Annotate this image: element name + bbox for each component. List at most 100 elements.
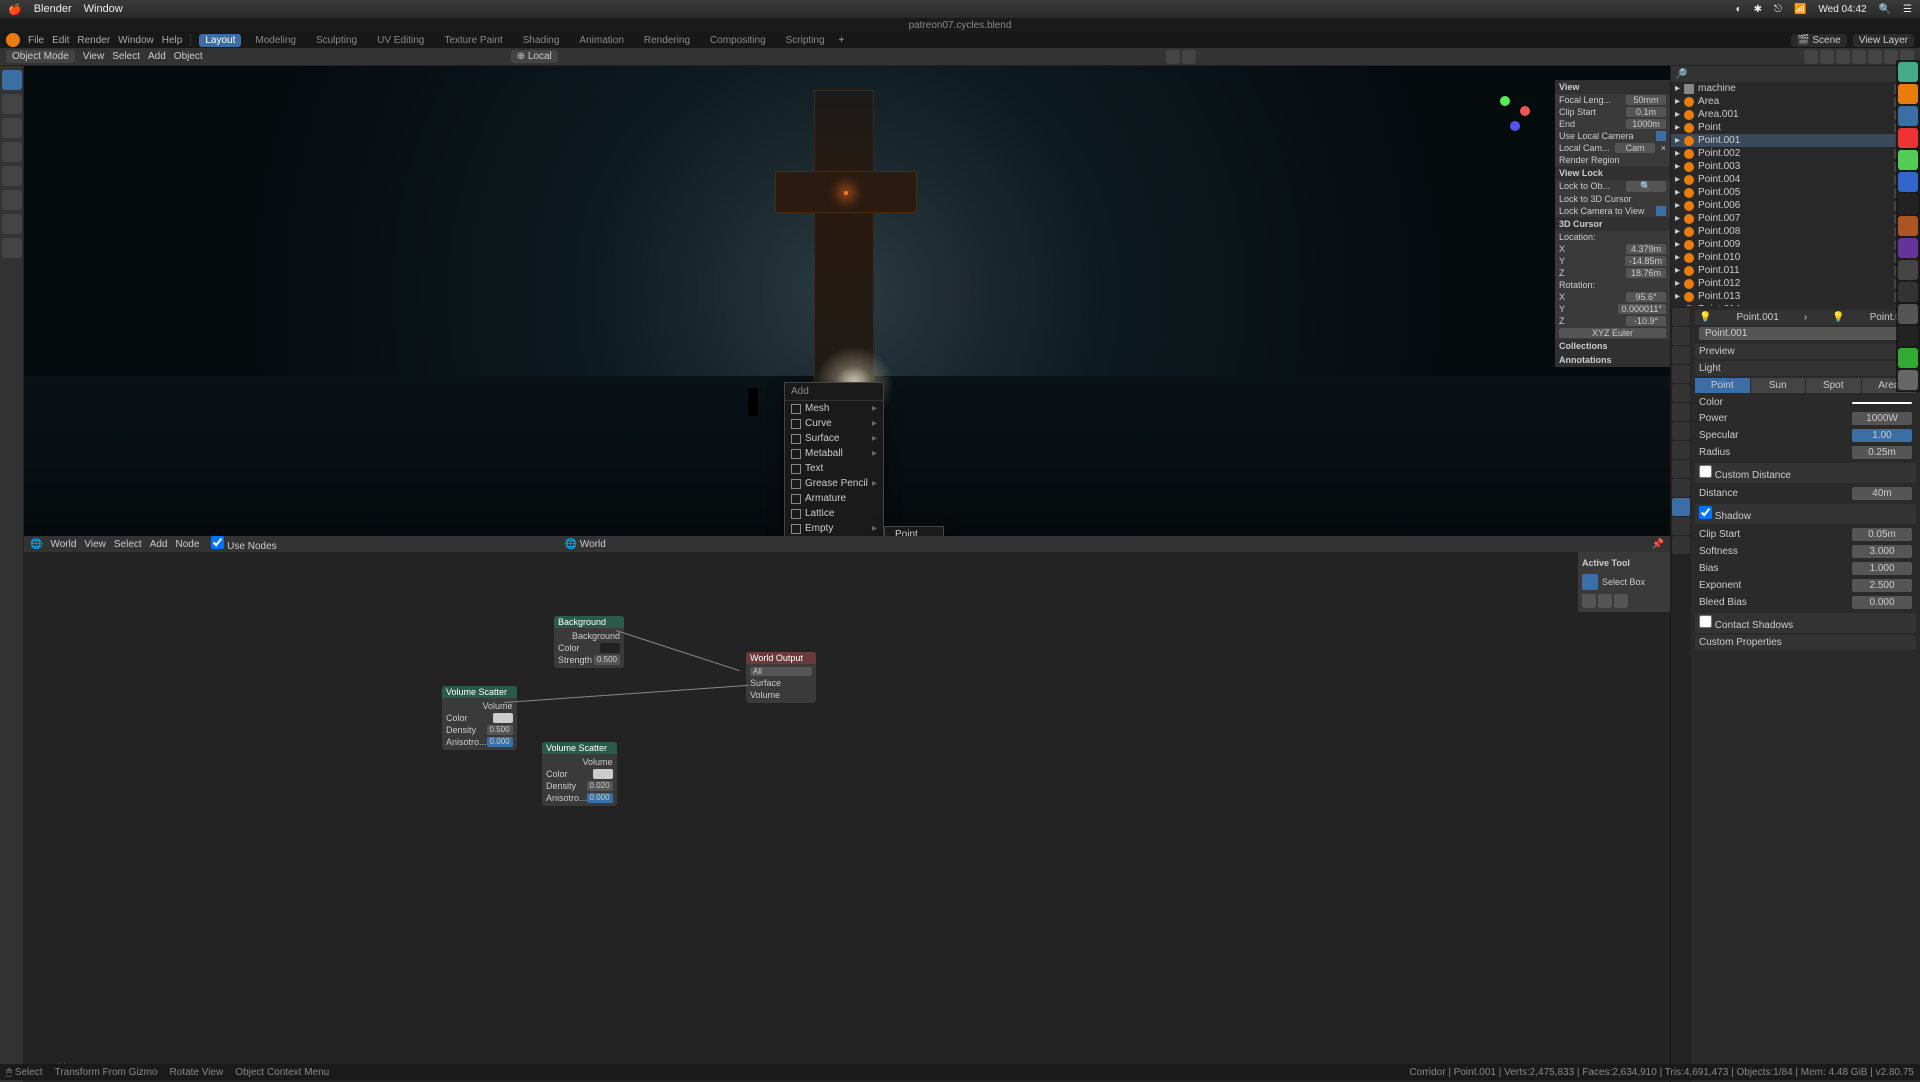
clipend-value[interactable]: 1000m <box>1626 119 1666 129</box>
select-mode-button[interactable] <box>1598 594 1612 608</box>
prop-tab-texture[interactable] <box>1672 536 1690 554</box>
dock-app-icon[interactable] <box>1898 326 1918 346</box>
tool-rotate[interactable] <box>2 142 22 162</box>
outliner-row[interactable]: ▸Point.012 <box>1671 277 1920 290</box>
ne-menu-add[interactable]: Add <box>150 539 168 550</box>
tool-cursor[interactable] <box>2 94 22 114</box>
dock-photoshop-icon[interactable] <box>1898 172 1918 192</box>
workspace-tab-modeling[interactable]: Modeling <box>249 34 302 47</box>
tool-move[interactable] <box>2 118 22 138</box>
menu-edit[interactable]: Edit <box>52 35 69 46</box>
light-type-spot[interactable]: Spot <box>1806 378 1861 393</box>
menu-help[interactable]: Help <box>162 35 183 46</box>
disclosure-icon[interactable]: ▸ <box>1675 252 1680 263</box>
dock-app-icon[interactable] <box>1898 128 1918 148</box>
light-power-field[interactable]: 1000W <box>1852 412 1912 425</box>
world-data-selector[interactable]: 🌐 World <box>565 539 606 550</box>
disclosure-icon[interactable]: ▸ <box>1675 161 1680 172</box>
outliner-row[interactable]: ▸Point.003 <box>1671 160 1920 173</box>
shadow-clipstart-field[interactable]: 0.05m <box>1852 528 1912 541</box>
add-item-curve[interactable]: Curve▸ <box>785 416 883 431</box>
dock-app-icon[interactable] <box>1898 62 1918 82</box>
outliner-row[interactable]: ▸Point.001 <box>1671 134 1920 147</box>
lockcam-checkbox[interactable] <box>1656 206 1666 216</box>
add-item-grease-pencil[interactable]: Grease Pencil▸ <box>785 476 883 491</box>
shading-wireframe[interactable] <box>1852 50 1866 64</box>
aniso-field[interactable]: 0.000 <box>587 793 613 803</box>
clear-icon[interactable]: × <box>1661 143 1666 153</box>
outliner-row[interactable]: ▸Point.006 <box>1671 199 1920 212</box>
loc-x-value[interactable]: 4.379m <box>1626 244 1666 254</box>
apple-icon[interactable]: 🍎 <box>8 3 22 16</box>
light-type-sun[interactable]: Sun <box>1751 378 1806 393</box>
ne-menu-select[interactable]: Select <box>114 539 142 550</box>
snap-toggle[interactable] <box>1166 50 1180 64</box>
color-field[interactable] <box>493 713 513 723</box>
menubar-icon[interactable]: ⎋ <box>1774 4 1782 15</box>
aniso-field[interactable]: 0.000 <box>487 737 513 747</box>
workspace-tab-scripting[interactable]: Scripting <box>780 34 831 47</box>
light-specular-field[interactable]: 1.00 <box>1852 429 1912 442</box>
dock-app-icon[interactable] <box>1898 194 1918 214</box>
add-item-surface[interactable]: Surface▸ <box>785 431 883 446</box>
light-point-item[interactable]: Point <box>885 527 943 536</box>
add-workspace-button[interactable]: + <box>839 35 845 46</box>
disclosure-icon[interactable]: ▸ <box>1675 239 1680 250</box>
add-item-lattice[interactable]: Lattice <box>785 506 883 521</box>
light-header[interactable]: Light <box>1695 361 1916 376</box>
workspace-tab-sculpting[interactable]: Sculpting <box>310 34 363 47</box>
prop-tab-viewlayer[interactable] <box>1672 346 1690 364</box>
disclosure-icon[interactable]: ▸ <box>1675 109 1680 120</box>
shadow-softness-field[interactable]: 3.000 <box>1852 545 1912 558</box>
prop-tab-material[interactable] <box>1672 517 1690 535</box>
menu-render[interactable]: Render <box>77 35 110 46</box>
density-field[interactable]: 0.500 <box>487 725 513 735</box>
preview-header[interactable]: Preview <box>1695 344 1916 359</box>
tool-measure[interactable] <box>2 238 22 258</box>
dock-app-icon[interactable] <box>1898 370 1918 390</box>
dock-premiere-icon[interactable] <box>1898 238 1918 258</box>
contact-shadows-header[interactable]: Contact Shadows <box>1695 613 1916 633</box>
npanel-viewlock-header[interactable]: View Lock <box>1555 166 1670 180</box>
outliner-row[interactable]: ▸Point.005 <box>1671 186 1920 199</box>
custom-props-header[interactable]: Custom Properties <box>1695 635 1916 650</box>
shading-solid[interactable] <box>1868 50 1882 64</box>
shadow-checkbox[interactable] <box>1699 506 1712 519</box>
disclosure-icon[interactable]: ▸ <box>1675 187 1680 198</box>
customdist-header[interactable]: Custom Distance <box>1695 463 1916 483</box>
localcam-value[interactable]: Cam <box>1615 143 1655 153</box>
menubar-icon[interactable]: 📶 <box>1794 4 1806 15</box>
dock-app-icon[interactable] <box>1898 348 1918 368</box>
add-item-armature[interactable]: Armature <box>785 491 883 506</box>
prop-tab-particle[interactable] <box>1672 441 1690 459</box>
use-nodes-checkbox[interactable] <box>211 536 224 549</box>
viewlayer-selector[interactable]: View Layer <box>1853 34 1914 47</box>
strength-field[interactable]: 0.500 <box>594 655 620 665</box>
editor-type-icon[interactable]: 🌐 <box>30 539 42 550</box>
disclosure-icon[interactable]: ▸ <box>1675 96 1680 107</box>
rot-y-value[interactable]: 0.000011° <box>1618 304 1666 314</box>
background-node[interactable]: Background Background Color Strength0.50… <box>554 616 624 668</box>
workspace-tab-layout[interactable]: Layout <box>199 34 241 47</box>
outliner-row[interactable]: ▸Point.010 <box>1671 251 1920 264</box>
vp-menu-add[interactable]: Add <box>148 51 166 62</box>
light-name-field[interactable]: Point.001 <box>1699 327 1912 340</box>
blender-icon[interactable] <box>6 33 20 47</box>
3d-viewport[interactable]: View Focal Leng...50mm Clip Start0.1m En… <box>24 66 1670 536</box>
nav-gizmo[interactable] <box>1490 86 1540 136</box>
outliner-row[interactable]: ▸Area.001 <box>1671 108 1920 121</box>
outliner-row[interactable]: ▸Point <box>1671 121 1920 134</box>
dock-app-icon[interactable] <box>1898 150 1918 170</box>
workspace-tab-texture[interactable]: Texture Paint <box>438 34 508 47</box>
outliner-row[interactable]: ▸Point.008 <box>1671 225 1920 238</box>
add-item-text[interactable]: Text <box>785 461 883 476</box>
disclosure-icon[interactable]: ▸ <box>1675 200 1680 211</box>
menu-window[interactable]: Window <box>118 35 154 46</box>
disclosure-icon[interactable]: ▸ <box>1675 265 1680 276</box>
shadow-bleedbias-field[interactable]: 0.000 <box>1852 596 1912 609</box>
disclosure-icon[interactable]: ▸ <box>1675 278 1680 289</box>
menubar-icon[interactable]: ✱ <box>1754 4 1762 15</box>
add-item-empty[interactable]: Empty▸ <box>785 521 883 536</box>
rot-z-value[interactable]: -10.9° <box>1626 316 1666 326</box>
light-radius-field[interactable]: 0.25m <box>1852 446 1912 459</box>
